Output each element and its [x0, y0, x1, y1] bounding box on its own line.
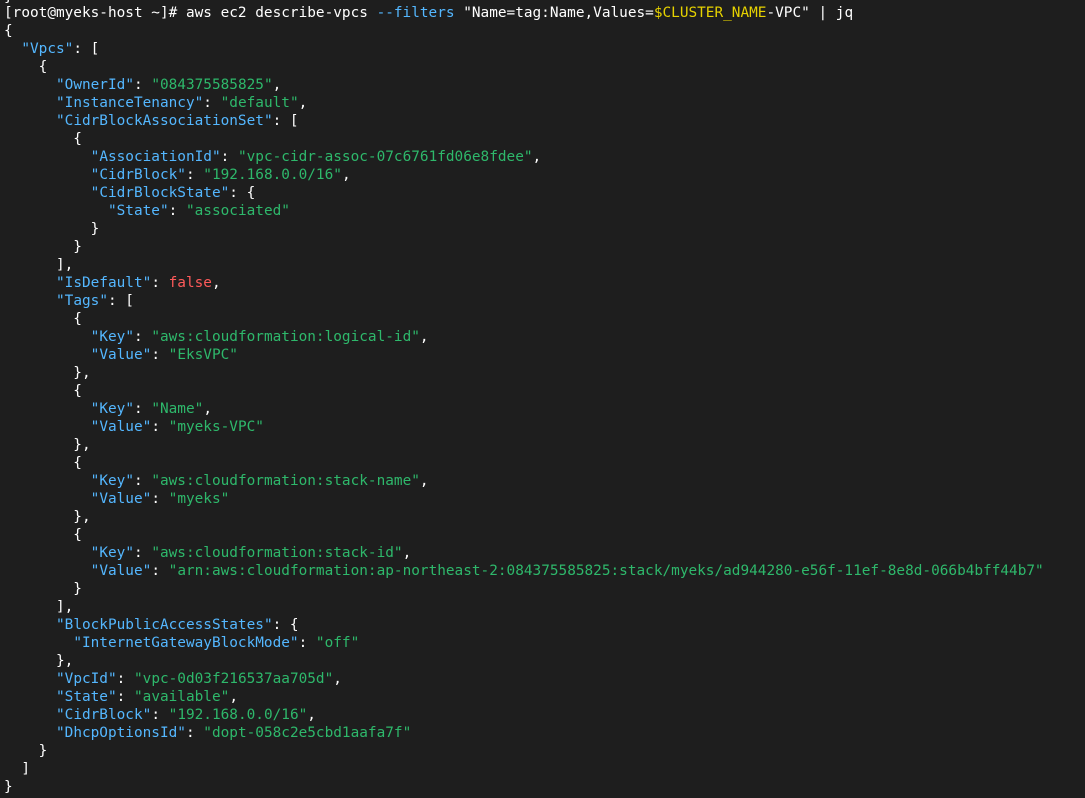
- json-line-cidr: "CidrBlock": "192.168.0.0/16",: [55, 707, 316, 723]
- json-tag-value: "Value": "EksVPC": [90, 347, 238, 363]
- filter-arg-start: "Name=tag:Name,Values=: [454, 5, 654, 21]
- json-line-dhcp: "DhcpOptionsId": "dopt-058c2e5cbd1aafa7f…: [55, 725, 412, 741]
- command-text: aws ec2 describe-vpcs: [185, 5, 377, 21]
- env-variable: $CLUSTER_NAME: [653, 5, 767, 21]
- json-tag-key: "Key": "Name",: [90, 401, 212, 417]
- json-tag-open: {: [4, 527, 82, 543]
- json-line-igw-block-mode: "InternetGatewayBlockMode": "off": [73, 635, 360, 651]
- shell-prompt: [root@myeks-host ~]#: [4, 5, 186, 21]
- json-tag-value: "Value": "myeks-VPC": [90, 419, 264, 435]
- json-line-association-id: "AssociationId": "vpc-cidr-assoc-07c6761…: [90, 149, 542, 165]
- json-tag-value: "Value": "arn:aws:cloudformation:ap-nort…: [90, 563, 1044, 579]
- vpc-id-value: vpc-0d03f216537aa705d: [142, 671, 325, 687]
- json-line-bpas: "BlockPublicAccessStates": {: [55, 617, 299, 633]
- json-line-owner-id: "OwnerId": "084375585825",: [55, 77, 282, 93]
- command-flag: --filters: [376, 5, 455, 21]
- json-line-cidr-assoc-set: "CidrBlockAssociationSet": [: [55, 113, 299, 129]
- json-tag-close: },: [4, 365, 91, 381]
- json-open-brace: {: [4, 23, 13, 39]
- json-line-assoc-cidr: "CidrBlock": "192.168.0.0/16",: [90, 167, 351, 183]
- json-tag-key: "Key": "aws:cloudformation:stack-id",: [90, 545, 412, 561]
- json-tag-close: }: [4, 581, 82, 597]
- json-close-bracket: ]: [4, 761, 30, 777]
- terminal-window[interactable]: } [root@myeks-host ~]# aws ec2 describe-…: [0, 0, 1085, 798]
- filter-arg-end: -VPC" | jq: [766, 5, 854, 21]
- json-tag-open: {: [4, 383, 82, 399]
- json-close-bracket: ],: [4, 257, 74, 273]
- json-close-bracket: ],: [4, 599, 74, 615]
- json-tag-value: "Value": "myeks": [90, 491, 230, 507]
- json-line-is-default: "IsDefault": false,: [55, 275, 221, 291]
- json-tag-open: {: [4, 455, 82, 471]
- json-line-vpc-id: "VpcId": "vpc-0d03f216537aa705d",: [55, 671, 342, 687]
- json-close-brace: }: [4, 779, 13, 795]
- json-close-brace: }: [4, 743, 48, 759]
- json-tag-close: },: [4, 509, 91, 525]
- json-line-assoc-open: {: [4, 131, 82, 147]
- json-line-instance-tenancy: "InstanceTenancy": "default",: [55, 95, 308, 111]
- json-close-brace: },: [4, 653, 74, 669]
- json-line-cidr-block-state: "CidrBlockState": {: [90, 185, 256, 201]
- owner-id-value: 084375585825: [159, 77, 264, 93]
- json-tag-key: "Key": "aws:cloudformation:logical-id",: [90, 329, 429, 345]
- json-line-vpcs: "Vpcs": [: [21, 41, 100, 57]
- json-line-tags: "Tags": [: [55, 293, 134, 309]
- json-tag-key: "Key": "aws:cloudformation:stack-name",: [90, 473, 429, 489]
- json-line-assoc-state: "State": "associated": [107, 203, 290, 219]
- is-default-value: false: [168, 275, 212, 291]
- json-close-brace: }: [4, 239, 82, 255]
- json-line-state: "State": "available",: [55, 689, 238, 705]
- json-tag-open: {: [4, 311, 82, 327]
- json-tag-close: },: [4, 437, 91, 453]
- command-line[interactable]: [root@myeks-host ~]# aws ec2 describe-vp…: [4, 4, 853, 22]
- json-close-brace: }: [4, 221, 100, 237]
- json-line-vpc-open: {: [4, 59, 48, 75]
